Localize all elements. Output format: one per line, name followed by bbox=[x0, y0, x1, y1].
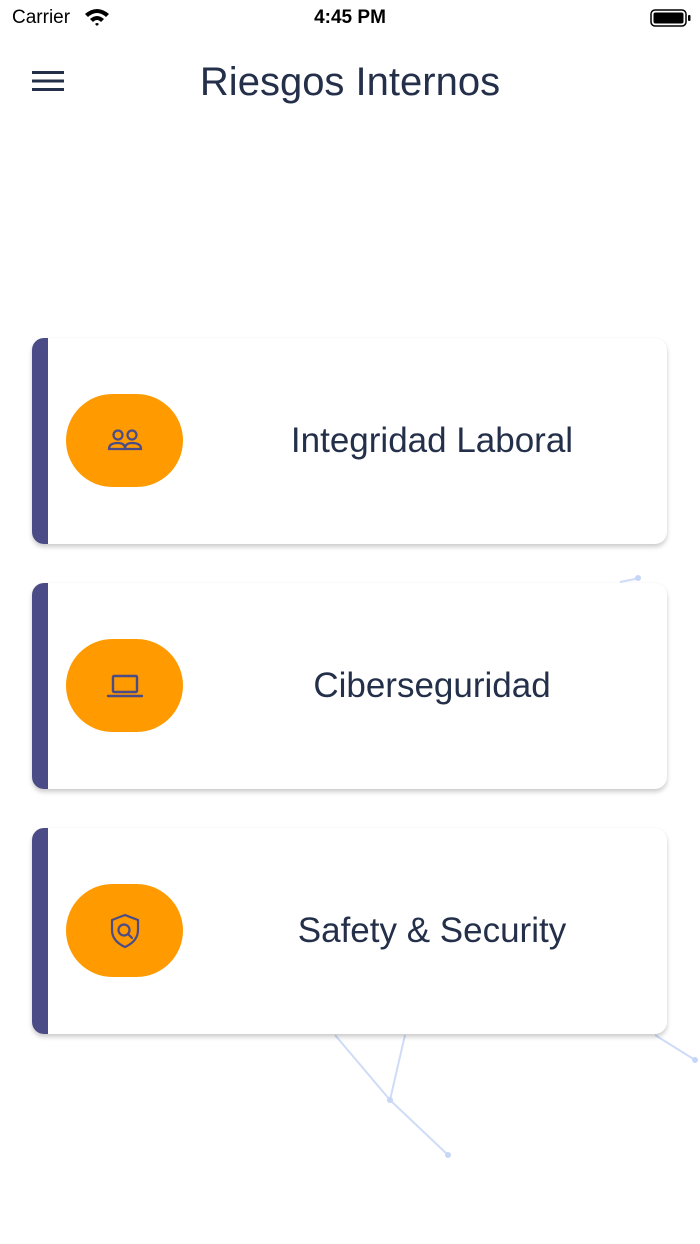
card-label: Integridad Laboral bbox=[290, 421, 574, 460]
shield-search-icon bbox=[110, 913, 139, 948]
card-icon-pill bbox=[66, 639, 183, 732]
card-ciberseguridad[interactable]: Ciberseguridad bbox=[32, 583, 667, 789]
page-title: Riesgos Internos bbox=[199, 60, 501, 104]
card-accent-bar bbox=[32, 338, 48, 544]
card-icon-pill bbox=[66, 394, 183, 487]
card-label: Ciberseguridad bbox=[313, 666, 551, 705]
card-label: Safety & Security bbox=[297, 911, 567, 950]
people-icon bbox=[107, 428, 142, 450]
card-accent-bar bbox=[32, 828, 48, 1034]
card-safety-security[interactable]: Safety & Security bbox=[32, 828, 667, 1034]
card-icon-pill bbox=[66, 884, 183, 977]
top-app-bar: Riesgos Internos bbox=[0, 44, 700, 124]
card-accent-bar bbox=[32, 583, 48, 789]
status-time: 4:45 PM bbox=[314, 7, 386, 28]
battery-icon bbox=[650, 8, 692, 33]
status-bar: Carrier 4:45 PM bbox=[0, 0, 700, 36]
card-integridad-laboral[interactable]: Integridad Laboral bbox=[32, 338, 667, 544]
laptop-icon bbox=[106, 674, 143, 697]
